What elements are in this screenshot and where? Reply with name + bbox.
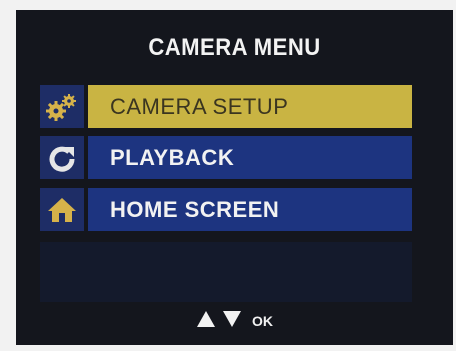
menu-item-home-screen[interactable]: HOME SCREEN: [40, 188, 412, 231]
ok-hint-label: OK: [252, 313, 273, 329]
gears-icon: [40, 85, 84, 128]
menu-item-playback[interactable]: PLAYBACK: [40, 136, 412, 179]
refresh-icon: [40, 136, 84, 179]
menu-item-bar[interactable]: PLAYBACK: [88, 136, 412, 179]
navigation-hint: OK: [16, 304, 453, 334]
device-frame: CAMERA MENU CAMERA SETUP PLAYBACK HOME S…: [0, 0, 456, 351]
home-icon: [40, 188, 84, 231]
down-arrow-icon: [223, 311, 241, 327]
menu-empty-area: [40, 242, 412, 302]
menu-item-label: HOME SCREEN: [110, 196, 280, 222]
up-arrow-icon: [197, 311, 215, 327]
menu-item-bar[interactable]: HOME SCREEN: [88, 188, 412, 231]
menu-item-camera-setup[interactable]: CAMERA SETUP: [40, 85, 412, 128]
menu-item-bar[interactable]: CAMERA SETUP: [88, 85, 412, 128]
camera-screen: CAMERA MENU CAMERA SETUP PLAYBACK HOME S…: [16, 10, 453, 345]
menu-title: CAMERA MENU: [148, 34, 321, 61]
menu-item-label: CAMERA SETUP: [110, 93, 289, 119]
menu-item-label: PLAYBACK: [110, 144, 235, 170]
